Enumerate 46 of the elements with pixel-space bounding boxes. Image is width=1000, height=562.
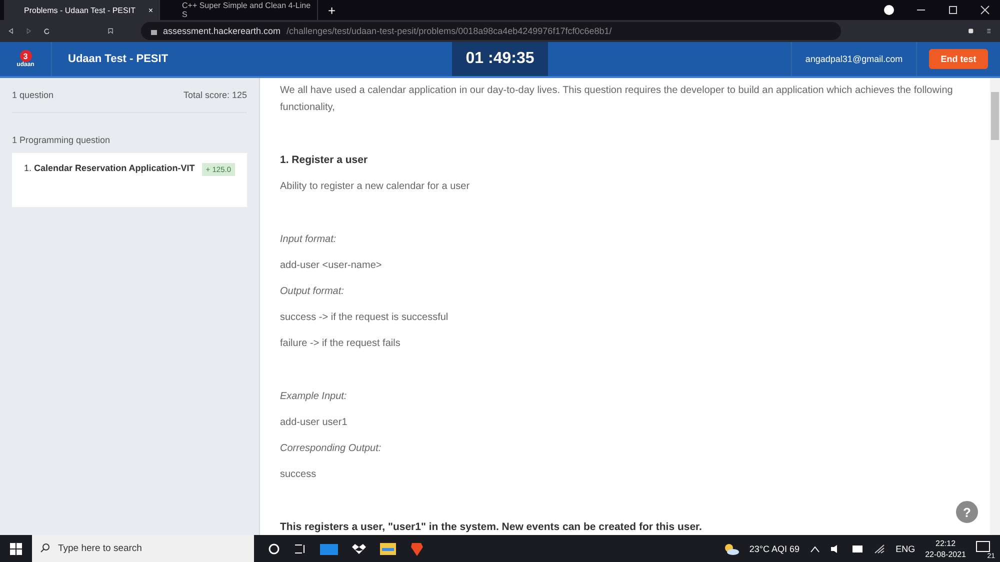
close-icon[interactable]: ×	[148, 6, 153, 14]
weather-text[interactable]: 23°C AQI 69	[749, 544, 800, 554]
menu-icon[interactable]	[986, 26, 992, 36]
section-heading: 1. Register a user	[280, 153, 369, 168]
user-email: angadpal31@gmail.com	[791, 42, 917, 76]
clock-date[interactable]: 22-08-2021	[925, 548, 966, 560]
task-view-icon[interactable]	[294, 542, 306, 554]
paragraph: success	[280, 468, 318, 482]
total-score: Total score: 125	[183, 90, 247, 100]
section-label: 1 Programming question	[12, 135, 112, 145]
battery-icon[interactable]	[852, 544, 864, 552]
paragraph: add-user user1	[280, 416, 348, 430]
address-bar[interactable]: assessment.hackerearth.com /challenges/test/udaan-test-pesit/problems/0018a98ca4eb4249976f17fcf0c6e8b1/	[140, 22, 841, 40]
back-icon[interactable]	[8, 26, 14, 36]
paragraph: Corresponding Output:	[280, 442, 382, 456]
reload-icon[interactable]	[44, 26, 50, 36]
paragraph: Ability to register a new calendar for a user	[280, 180, 471, 194]
paragraph: success -> if the request is successful	[280, 311, 450, 325]
question-count: 1 question	[12, 90, 54, 100]
logo-icon: 3	[20, 50, 32, 62]
paragraph: Input format:	[280, 233, 338, 247]
windows-icon[interactable]	[10, 542, 22, 554]
maximize-icon[interactable]	[948, 5, 958, 15]
countdown-timer: 01 :49:35	[452, 42, 548, 76]
weather-icon[interactable]	[723, 542, 740, 554]
folder-icon[interactable]	[380, 542, 396, 555]
language-indicator[interactable]: ENG	[896, 544, 916, 554]
test-title: Udaan Test - PESIT	[67, 52, 170, 67]
circle-icon[interactable]	[268, 542, 280, 554]
paragraph: Output format:	[280, 285, 345, 299]
paragraph: Example Input:	[280, 390, 348, 404]
search-icon	[40, 543, 50, 553]
browser-tab[interactable]: Problems - Udaan Test - PESIT ×	[4, 0, 160, 20]
taskbar-search[interactable]: Type here to search	[32, 535, 254, 562]
chevron-up-icon[interactable]	[810, 544, 820, 552]
new-tab-button[interactable]: +	[328, 2, 336, 18]
paragraph: add-user <user-name>	[280, 259, 383, 273]
paragraph: We all have used a calendar application in our day-to-day lives. This question requires the developer to build an application which achieves the following functionality,	[280, 84, 954, 115]
close-icon[interactable]	[980, 5, 990, 15]
clock-time[interactable]: 22:12	[936, 538, 956, 548]
dropbox-icon[interactable]	[352, 542, 366, 554]
forward-icon[interactable]	[26, 26, 32, 36]
section-heading: This registers a user, "user1" in the system. New events can be created for this user.	[280, 520, 703, 535]
bookmark-icon[interactable]	[108, 26, 113, 36]
scrollbar-thumb[interactable]	[991, 92, 999, 140]
paragraph: failure -> if the request fails	[280, 337, 402, 351]
